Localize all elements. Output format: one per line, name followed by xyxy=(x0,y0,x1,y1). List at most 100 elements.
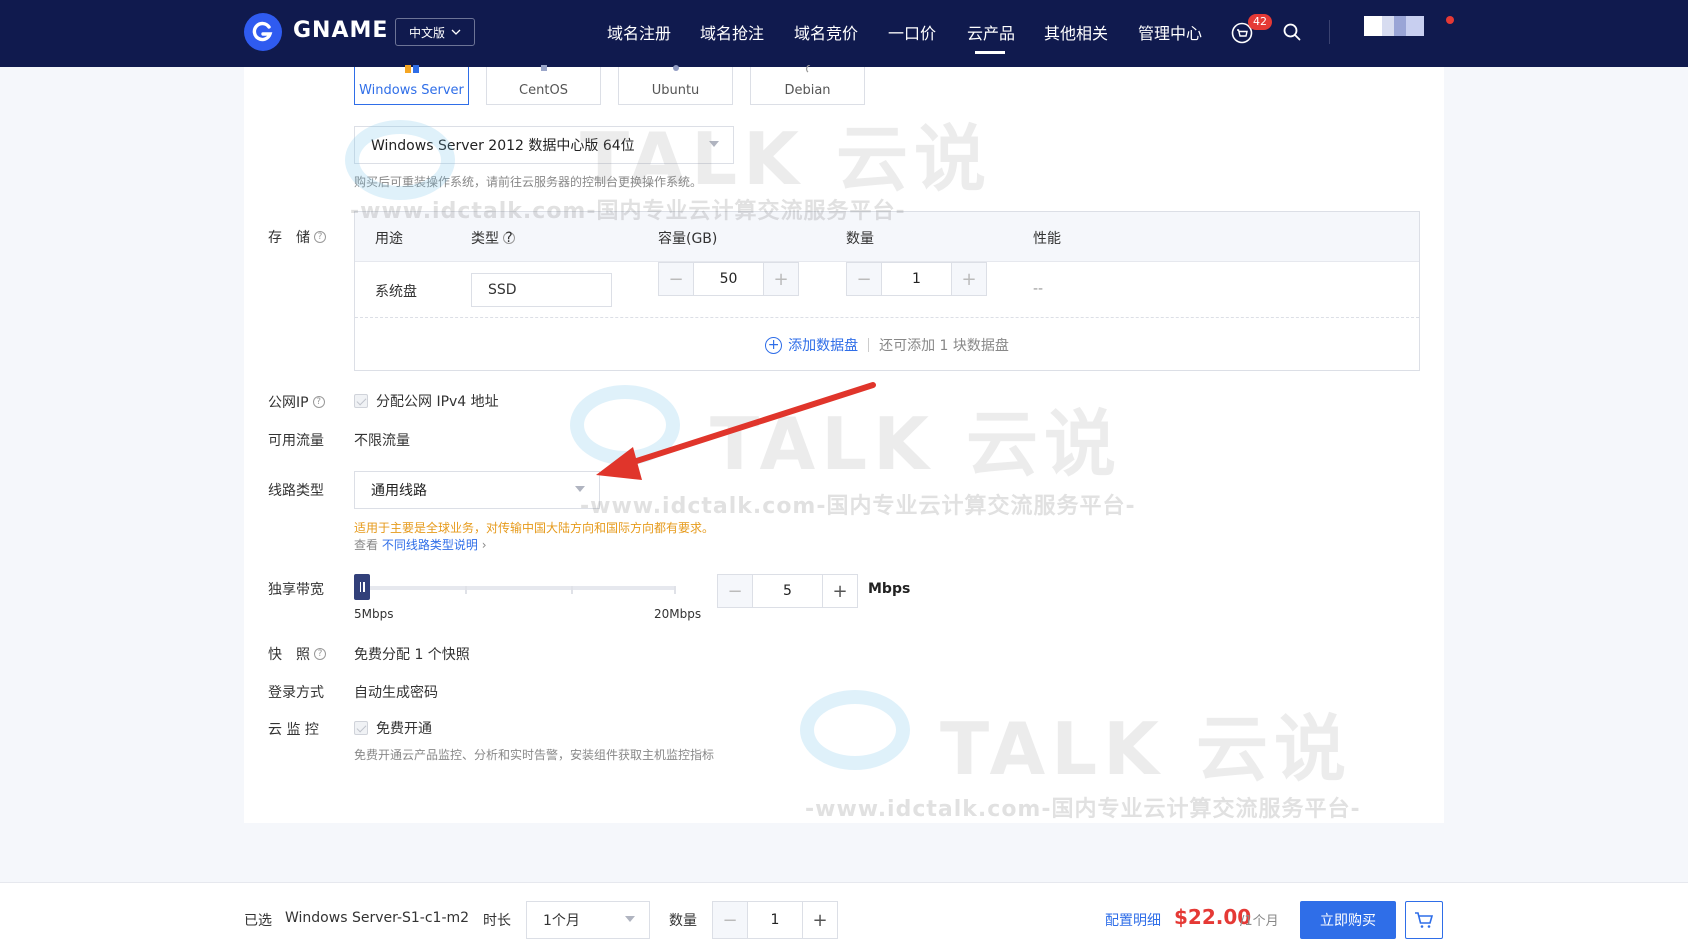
nav-item-management[interactable]: 管理中心 xyxy=(1138,20,1202,44)
os-tab-centos[interactable]: CentOS xyxy=(486,65,601,105)
line-type-select[interactable]: 通用线路 xyxy=(354,471,600,509)
os-tab-label: Ubuntu xyxy=(651,83,700,98)
brand-name[interactable]: GNAME xyxy=(293,18,388,43)
order-bottom-bar: 已选 Windows Server-S1-c1-m2 时长 1个月 数量 − 1… xyxy=(0,882,1688,952)
nav-item-other[interactable]: 其他相关 xyxy=(1044,20,1108,44)
disk-usage: 系统盘 xyxy=(375,284,417,300)
view-prefix: 查看 xyxy=(354,538,379,552)
bandwidth-label: 独享带宽 xyxy=(268,582,324,598)
disk-type-field[interactable]: SSD xyxy=(471,273,612,307)
order-quantity-value[interactable]: 1 xyxy=(747,902,803,938)
storage-table: 用途 类型 ? 容量(GB) 数量 性能 系统盘 SSD − 50 + − 1 … xyxy=(354,211,1420,371)
table-row: 系统盘 SSD − 50 + − 1 + -- xyxy=(355,262,1419,318)
line-type-warning: 适用于主要是全球业务，对传输中国大陆方向和国际方向都有要求。 xyxy=(354,521,715,535)
slider-tick xyxy=(674,586,676,594)
bandwidth-slider-track[interactable] xyxy=(354,586,674,590)
line-type-docs-link[interactable]: 不同线路类型说明 xyxy=(382,538,478,552)
debian-icon xyxy=(805,65,810,73)
caret-down-icon xyxy=(625,916,635,922)
header-capacity: 容量(GB) xyxy=(658,231,718,247)
os-tab-debian[interactable]: Debian xyxy=(750,65,865,105)
language-label: 中文版 xyxy=(408,25,445,40)
os-tab-label: CentOS xyxy=(519,83,568,98)
os-tab-windows[interactable]: Windows Server xyxy=(354,65,469,105)
cart-count-badge: 42 xyxy=(1248,14,1272,30)
nav-item-domain-register[interactable]: 域名注册 xyxy=(607,20,671,44)
bandwidth-stepper: − 5 + xyxy=(717,574,858,608)
search-icon[interactable] xyxy=(1282,22,1302,46)
minus-button[interactable]: − xyxy=(659,263,693,295)
duration-value: 1个月 xyxy=(543,913,580,929)
line-type-label: 线路类型 xyxy=(268,483,324,499)
header-quantity: 数量 xyxy=(846,231,874,247)
buy-now-button[interactable]: 立即购买 xyxy=(1300,901,1396,939)
add-disk-note: 还可添加 1 块数据盘 xyxy=(879,338,1009,354)
storage-table-header: 用途 类型 ? 容量(GB) 数量 性能 xyxy=(355,212,1419,262)
quantity-value[interactable]: 1 xyxy=(881,263,952,295)
add-data-disk-label: 添加数据盘 xyxy=(788,338,859,354)
nav-item-fixed-price[interactable]: 一口价 xyxy=(888,20,936,44)
os-tab-label: Windows Server xyxy=(359,83,464,98)
user-avatar[interactable] xyxy=(1364,16,1424,36)
plus-button[interactable]: + xyxy=(764,263,798,295)
capacity-stepper: − 50 + xyxy=(658,262,799,296)
duration-label: 时长 xyxy=(483,913,511,929)
login-label: 登录方式 xyxy=(268,685,324,701)
header-type-text: 类型 xyxy=(471,231,499,247)
add-data-disk-link[interactable]: + 添加数据盘 xyxy=(765,335,858,355)
config-details-link[interactable]: 配置明细 xyxy=(1105,910,1161,930)
os-version-select[interactable]: Windows Server 2012 数据中心版 64位 xyxy=(354,126,734,164)
checkbox-icon[interactable] xyxy=(354,394,368,408)
caret-down-icon xyxy=(709,141,719,147)
os-tab-label: Debian xyxy=(784,83,831,98)
snapshot-label: 快 照 ? xyxy=(268,644,326,664)
monitor-label: 云 监 控 xyxy=(268,722,319,738)
nav-item-domain-snatch[interactable]: 域名抢注 xyxy=(700,20,764,44)
add-to-cart-button[interactable] xyxy=(1405,901,1443,939)
price-period: /1个月 xyxy=(1240,914,1279,929)
login-value: 自动生成密码 xyxy=(354,685,438,701)
quantity-label: 数量 xyxy=(669,913,697,929)
minus-button[interactable]: − xyxy=(713,902,747,938)
divider xyxy=(868,338,870,352)
slider-min-label: 5Mbps xyxy=(354,607,394,621)
header-usage: 用途 xyxy=(375,231,403,247)
os-hint: 购买后可重装操作系统，请前往云服务器的控制台更换操作系统。 xyxy=(354,175,703,189)
snapshot-label-text: 快 照 xyxy=(268,647,310,663)
ubuntu-icon xyxy=(672,65,679,71)
plus-circle-icon: + xyxy=(765,336,783,354)
monitor-hint: 免费开通云产品监控、分析和实时告警，安装组件获取主机监控指标 xyxy=(354,748,715,762)
order-quantity-stepper: − 1 + xyxy=(712,901,838,939)
snapshot-value: 免费分配 1 个快照 xyxy=(354,647,470,663)
add-disk-row: + 添加数据盘 还可添加 1 块数据盘 xyxy=(355,318,1419,372)
header-performance: 性能 xyxy=(1033,231,1061,247)
chevron-right-icon: › xyxy=(481,538,487,552)
line-type-view: 查看 不同线路类型说明 › xyxy=(354,536,487,553)
selected-label: 已选 xyxy=(244,913,272,929)
bandwidth-unit: Mbps xyxy=(868,581,911,597)
minus-button[interactable]: − xyxy=(847,263,881,295)
plus-button[interactable]: + xyxy=(803,902,837,938)
bandwidth-slider-handle[interactable] xyxy=(354,574,370,600)
duration-select[interactable]: 1个月 xyxy=(526,901,650,939)
quantity-stepper: − 1 + xyxy=(846,262,987,296)
capacity-value[interactable]: 50 xyxy=(693,263,764,295)
nav-active-indicator xyxy=(975,51,1005,54)
nav-item-domain-auction[interactable]: 域名竞价 xyxy=(794,20,858,44)
help-icon[interactable]: ? xyxy=(314,648,326,660)
checkbox-icon[interactable] xyxy=(354,721,368,735)
plus-button[interactable]: + xyxy=(952,263,986,295)
help-icon[interactable]: ? xyxy=(503,231,515,245)
nav-item-cloud-products[interactable]: 云产品 xyxy=(967,20,1015,44)
help-icon[interactable]: ? xyxy=(312,396,325,408)
help-icon[interactable]: ? xyxy=(314,231,326,243)
language-select[interactable]: 中文版 xyxy=(395,18,475,46)
header-type: 类型 ? xyxy=(471,228,515,248)
minus-button[interactable]: − xyxy=(718,575,752,607)
slider-max-label: 20Mbps xyxy=(654,607,702,621)
plus-button[interactable]: + xyxy=(823,575,857,607)
os-tab-ubuntu[interactable]: Ubuntu xyxy=(618,65,733,105)
gname-logo-icon[interactable] xyxy=(244,13,282,51)
bandwidth-value[interactable]: 5 xyxy=(752,575,823,607)
storage-label-text: 存 储 xyxy=(268,230,310,246)
